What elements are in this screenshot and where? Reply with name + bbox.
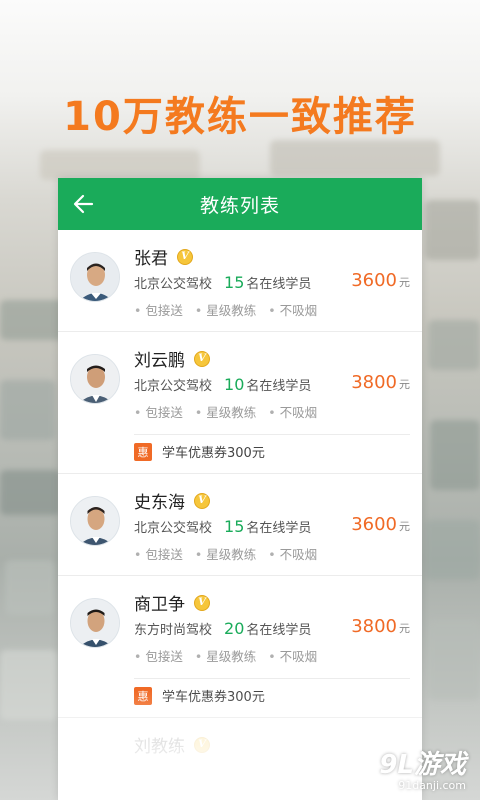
tag-pickup: 包接送 [134, 300, 183, 319]
coach-avatar [70, 496, 120, 546]
price-unit: 元 [399, 622, 410, 635]
verified-icon: V [194, 350, 210, 367]
verified-icon: V [194, 736, 210, 753]
coach-avatar [70, 354, 120, 404]
tag-star-coach: 星级教练 [195, 646, 256, 665]
coach-price: 3800 元 [351, 616, 410, 637]
student-count: 20 [224, 619, 245, 638]
coach-name: 刘教练 [134, 737, 185, 757]
tag-pickup: 包接送 [134, 544, 183, 563]
coach-price: 3600 元 [351, 514, 410, 535]
coach-tags: 包接送 星级教练 不吸烟 [134, 646, 329, 665]
price-value: 3600 [351, 514, 397, 535]
coach-avatar [70, 598, 120, 648]
coach-name: 史东海 [134, 493, 185, 513]
tag-pickup: 包接送 [134, 402, 183, 421]
tag-star-coach: 星级教练 [195, 300, 256, 319]
student-count: 10 [224, 375, 245, 394]
price-value: 3600 [351, 270, 397, 291]
tag-star-coach: 星级教练 [195, 402, 256, 421]
discount-badge-icon: 惠 [134, 686, 152, 705]
tag-star-coach: 星级教练 [195, 544, 256, 563]
coach-price: 3800 元 [351, 372, 410, 393]
coach-avatar [70, 252, 120, 302]
coach-price: 3600 元 [351, 270, 410, 291]
coupon-row[interactable]: 惠 学车优惠券300元 [134, 434, 410, 468]
title-bar: 教练列表 [58, 178, 422, 230]
arrow-left-icon [73, 194, 94, 214]
student-label: 名在线学员 [246, 623, 312, 638]
coach-name: 刘云鹏 [134, 351, 185, 371]
student-count: 15 [224, 273, 245, 292]
coach-list-item[interactable]: 刘教练 V [58, 718, 422, 800]
tag-non-smoking: 不吸烟 [268, 402, 318, 421]
coupon-text: 学车优惠券300元 [162, 690, 265, 705]
coach-school: 东方时尚驾校 [134, 623, 213, 638]
coach-list-item[interactable]: 刘云鹏 V 北京公交驾校 10 名在线学员 3800 元 包接送 星级教练 不吸… [58, 332, 422, 474]
student-label: 名在线学员 [246, 521, 312, 536]
coach-school: 北京公交驾校 [134, 277, 213, 292]
coach-list-item[interactable]: 张君 V 北京公交驾校 15 名在线学员 3600 元 包接送 星级教练 不吸烟 [58, 230, 422, 332]
price-value: 3800 [351, 616, 397, 637]
coach-name: 商卫争 [134, 595, 185, 615]
verified-icon: V [177, 248, 193, 265]
coupon-row[interactable]: 惠 学车优惠券300元 [134, 678, 410, 712]
tag-pickup: 包接送 [134, 646, 183, 665]
price-value: 3800 [351, 372, 397, 393]
price-unit: 元 [399, 520, 410, 533]
coach-school: 北京公交驾校 [134, 521, 213, 536]
coach-list-item[interactable]: 史东海 V 北京公交驾校 15 名在线学员 3600 元 包接送 星级教练 不吸… [58, 474, 422, 576]
page-title: 教练列表 [199, 194, 280, 217]
tag-non-smoking: 不吸烟 [268, 300, 318, 319]
back-button[interactable] [70, 190, 98, 218]
coach-tags: 包接送 星级教练 不吸烟 [134, 402, 329, 421]
coach-name: 张君 [134, 249, 168, 269]
student-label: 名在线学员 [246, 379, 312, 394]
verified-icon: V [194, 492, 210, 509]
student-count: 15 [224, 517, 245, 536]
tag-non-smoking: 不吸烟 [268, 544, 318, 563]
coach-tags: 包接送 星级教练 不吸烟 [134, 544, 329, 563]
discount-badge-icon: 惠 [134, 442, 152, 461]
app-screen: 教练列表 张君 V 北京公交驾校 15 名在线学员 3600 元 包接送 星级教… [58, 178, 422, 800]
coach-list-item[interactable]: 商卫争 V 东方时尚驾校 20 名在线学员 3800 元 包接送 星级教练 不吸… [58, 576, 422, 718]
price-unit: 元 [399, 378, 410, 391]
student-label: 名在线学员 [246, 277, 312, 292]
price-unit: 元 [399, 276, 410, 289]
site-watermark: 9L游戏 91danji.com [379, 744, 466, 792]
verified-icon: V [194, 594, 210, 611]
tag-non-smoking: 不吸烟 [268, 646, 318, 665]
coach-tags: 包接送 星级教练 不吸烟 [134, 300, 329, 319]
watermark-logo: 9L游戏 [379, 750, 466, 780]
coupon-text: 学车优惠券300元 [162, 446, 265, 461]
promo-headline: 10万教练一致推荐 [63, 94, 417, 140]
coach-school: 北京公交驾校 [134, 379, 213, 394]
